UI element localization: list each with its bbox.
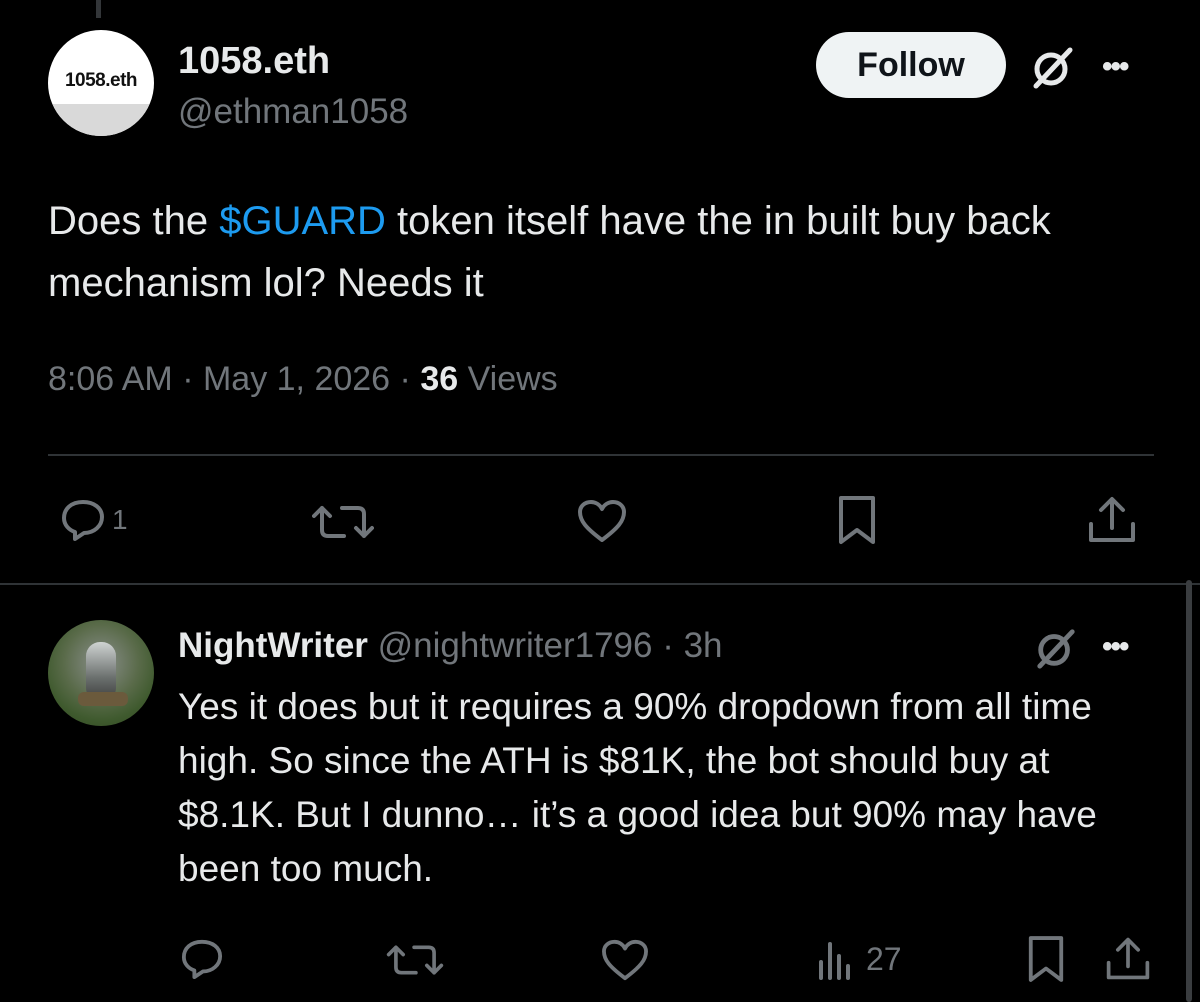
reply-text: Yes it does but it requires a 90% dropdo…: [178, 686, 1097, 889]
reply-count: 1: [112, 504, 128, 535]
reply-time[interactable]: 3h: [684, 626, 723, 665]
reply-handle[interactable]: @nightwriter1796: [378, 626, 653, 665]
like-button[interactable]: [600, 938, 650, 982]
share-button[interactable]: [1086, 494, 1138, 546]
reply-icon: [62, 500, 104, 541]
meta-separator: ·: [390, 360, 421, 398]
bookmark-icon: [839, 496, 875, 544]
bookmark-icon: [1028, 936, 1064, 982]
share-button[interactable]: [1104, 934, 1152, 984]
views-icon: [819, 942, 850, 980]
avatar-logo-text: 1058.eth: [64, 70, 138, 91]
meta-separator: ·: [172, 360, 203, 398]
reply-button[interactable]: 1: [60, 498, 128, 542]
bookmark-button[interactable]: [836, 494, 878, 546]
reply-icon: [181, 939, 223, 980]
like-icon: [578, 500, 626, 542]
reply-button[interactable]: [180, 938, 224, 980]
avatar[interactable]: [48, 620, 154, 726]
like-icon: [602, 939, 648, 981]
scrollbar[interactable]: [1186, 580, 1192, 1002]
meta-separator: ·: [652, 626, 684, 665]
post-date[interactable]: May 1, 2026: [203, 360, 390, 398]
share-icon: [1089, 497, 1135, 542]
reply-display-name[interactable]: NightWriter: [178, 626, 368, 665]
bookmark-button[interactable]: [1026, 934, 1066, 984]
cashtag-link[interactable]: $GUARD: [219, 199, 386, 243]
share-icon: [1106, 937, 1150, 980]
views-count[interactable]: 36: [420, 360, 458, 398]
post-metadata: 8:06 AM · May 1, 2026 · 36 Views: [48, 360, 558, 399]
divider: [0, 583, 1200, 585]
views-label: Views: [467, 360, 558, 398]
grok-icon[interactable]: [1034, 626, 1078, 670]
more-icon[interactable]: •••: [1102, 630, 1129, 664]
divider: [48, 454, 1154, 456]
post-time[interactable]: 8:06 AM: [48, 360, 173, 398]
follow-button[interactable]: Follow: [816, 32, 1006, 98]
views-count: 27: [866, 940, 902, 977]
more-icon[interactable]: •••: [1102, 50, 1129, 84]
repost-icon: [386, 945, 444, 975]
reply-author-line: NightWriter @nightwriter1796 · 3h: [178, 626, 723, 666]
repost-button[interactable]: [312, 500, 374, 544]
author-handle[interactable]: @ethman1058: [178, 92, 408, 132]
repost-button[interactable]: [386, 940, 444, 980]
grok-icon[interactable]: [1030, 44, 1076, 90]
repost-icon: [312, 506, 374, 538]
avatar-shade: [48, 104, 154, 136]
views-button[interactable]: 27: [816, 938, 902, 980]
avatar-image-detail: [78, 692, 128, 706]
like-button[interactable]: [576, 498, 628, 544]
thread-connector-line: [96, 0, 101, 18]
avatar[interactable]: 1058.eth: [48, 30, 154, 136]
author-display-name[interactable]: 1058.eth: [178, 40, 330, 83]
post-text-part: Does the: [48, 199, 220, 243]
post-text: Does the $GUARD token itself have the in…: [48, 190, 1158, 314]
